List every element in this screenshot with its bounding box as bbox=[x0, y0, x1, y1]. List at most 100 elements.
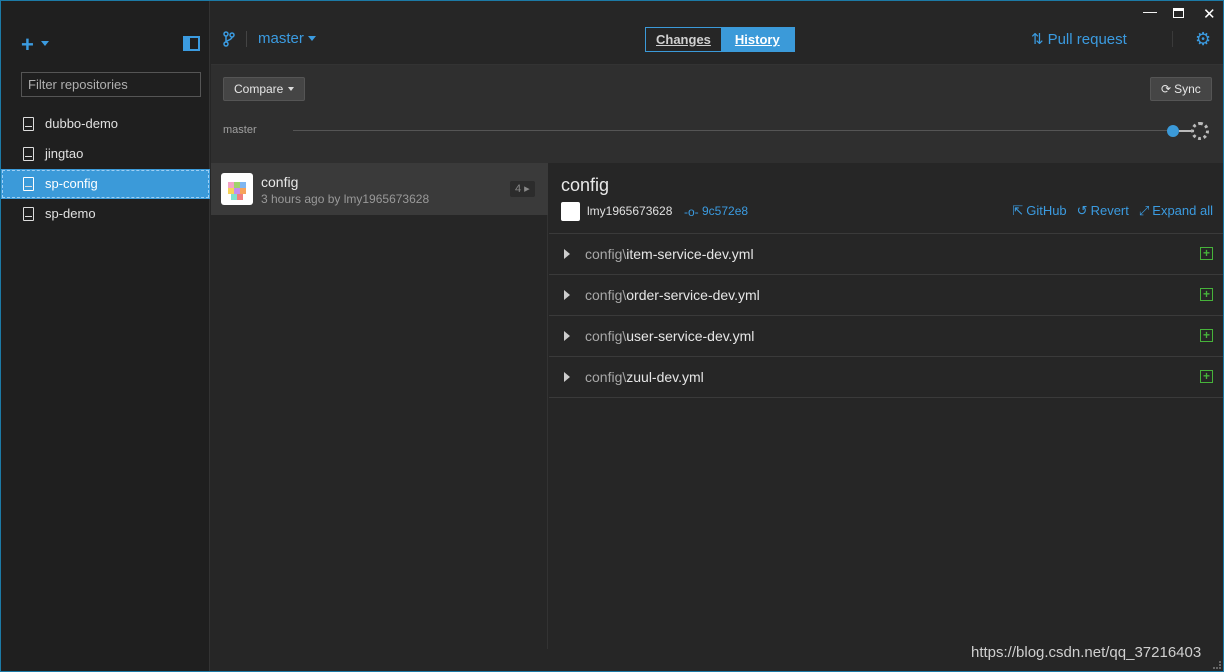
github-button[interactable]: ⇱ GitHub bbox=[1012, 203, 1066, 219]
sync-icon: ⟳ bbox=[1161, 82, 1172, 96]
commit-meta: 3 hours ago by lmy1965673628 bbox=[261, 192, 430, 206]
chevron-right-icon[interactable] bbox=[564, 249, 570, 259]
sidebar-item-sp-demo[interactable]: sp-demo bbox=[1, 199, 210, 229]
chevron-right-icon[interactable] bbox=[564, 331, 570, 341]
file-dir: config\ bbox=[585, 287, 627, 303]
close-icon[interactable]: ✕ bbox=[1203, 5, 1216, 23]
repo-icon bbox=[23, 147, 34, 161]
tab-changes[interactable]: Changes bbox=[646, 28, 721, 51]
chevron-down-icon[interactable] bbox=[41, 41, 49, 46]
repo-label: dubbo-demo bbox=[45, 116, 118, 131]
expand-all-label: Expand all bbox=[1152, 203, 1213, 218]
file-name: user-service-dev.yml bbox=[626, 328, 755, 344]
sync-button[interactable]: ⟳ Sync bbox=[1150, 77, 1212, 101]
file-row[interactable]: config\user-service-dev.yml + bbox=[549, 316, 1223, 357]
resize-grip-icon[interactable] bbox=[1213, 661, 1221, 669]
file-added-icon: + bbox=[1200, 370, 1213, 383]
tab-history[interactable]: History bbox=[720, 28, 794, 51]
branch-icon bbox=[223, 31, 235, 47]
file-dir: config\ bbox=[585, 369, 627, 385]
compare-label: Compare bbox=[234, 82, 284, 96]
branch-selector[interactable]: master bbox=[258, 30, 316, 47]
repository-list: dubbo-demo jingtao sp-config sp-demo bbox=[1, 109, 210, 229]
timeline-connector bbox=[1179, 130, 1191, 132]
file-path: config\order-service-dev.yml bbox=[585, 287, 760, 303]
chevron-right-icon[interactable] bbox=[564, 290, 570, 300]
revert-label: Revert bbox=[1090, 203, 1129, 218]
file-dir: config\ bbox=[585, 246, 627, 262]
chevron-right-icon[interactable] bbox=[564, 372, 570, 382]
sidebar-toolbar: + bbox=[1, 29, 210, 61]
file-name: zuul-dev.yml bbox=[626, 369, 704, 385]
add-repo-button[interactable]: + bbox=[21, 34, 34, 56]
compare-band: Compare ⟳ Sync master bbox=[211, 65, 1223, 163]
sidebar: + dubbo-demo jingtao sp-config sp-demo bbox=[1, 1, 210, 671]
commit-title: config bbox=[261, 174, 299, 190]
repo-label: sp-config bbox=[45, 176, 98, 191]
timeline-branch-label: master bbox=[223, 124, 257, 136]
sidebar-item-jingtao[interactable]: jingtao bbox=[1, 139, 210, 169]
timeline-line bbox=[293, 130, 1173, 131]
repo-icon bbox=[23, 177, 34, 191]
chevron-down-icon bbox=[307, 36, 316, 41]
divider bbox=[246, 31, 247, 47]
file-row[interactable]: config\zuul-dev.yml + bbox=[549, 357, 1223, 398]
commit-detail: config lmy1965673628 -o- 9c572e8 ⇱ GitHub… bbox=[549, 163, 1223, 671]
file-path: config\zuul-dev.yml bbox=[585, 369, 704, 385]
commit-sha-link[interactable]: 9c572e8 bbox=[702, 204, 748, 218]
repo-label: jingtao bbox=[45, 146, 84, 161]
filter-repositories-input[interactable] bbox=[21, 72, 201, 97]
repo-label: sp-demo bbox=[45, 206, 96, 221]
commit-count-value: 4 bbox=[515, 183, 522, 195]
file-path: config\item-service-dev.yml bbox=[585, 246, 754, 262]
file-added-icon: + bbox=[1200, 288, 1213, 301]
view-tabs: Changes History bbox=[645, 27, 795, 52]
file-name: item-service-dev.yml bbox=[626, 246, 754, 262]
commit-author: lmy1965673628 bbox=[587, 204, 673, 218]
app-window: + dubbo-demo jingtao sp-config sp-demo bbox=[0, 0, 1224, 672]
file-added-icon: + bbox=[1200, 247, 1213, 260]
chevron-down-icon bbox=[288, 87, 295, 91]
timeline-uncommitted-icon[interactable] bbox=[1191, 122, 1209, 140]
revert-button[interactable]: ↺ Revert bbox=[1077, 203, 1129, 219]
repo-icon bbox=[23, 207, 34, 221]
timeline-commit-dot[interactable] bbox=[1167, 125, 1179, 137]
revert-icon: ↺ bbox=[1076, 203, 1088, 218]
commit-list: config 3 hours ago by lmy1965673628 4 ▸ bbox=[211, 163, 548, 649]
commit-item[interactable]: config 3 hours ago by lmy1965673628 4 ▸ bbox=[211, 163, 548, 215]
pull-request-button[interactable]: ⇅ Pull request bbox=[1031, 30, 1127, 48]
file-dir: config\ bbox=[585, 328, 627, 344]
header-bar: master Changes History ⇅ Pull request ⚙ bbox=[211, 1, 1223, 65]
commit-icon: -o- bbox=[684, 205, 699, 219]
sidebar-toggle-icon[interactable] bbox=[183, 36, 200, 51]
divider bbox=[1172, 31, 1173, 47]
sidebar-item-dubbo-demo[interactable]: dubbo-demo bbox=[1, 109, 210, 139]
file-path: config\user-service-dev.yml bbox=[585, 328, 754, 344]
pull-request-icon: ⇅ bbox=[1031, 31, 1044, 48]
gear-icon[interactable]: ⚙ bbox=[1195, 29, 1211, 50]
file-row[interactable]: config\item-service-dev.yml + bbox=[549, 234, 1223, 275]
repo-icon bbox=[23, 117, 34, 131]
pull-request-label: Pull request bbox=[1047, 31, 1127, 48]
file-added-icon: + bbox=[1200, 329, 1213, 342]
commit-detail-title: config bbox=[561, 175, 610, 195]
expand-all-button[interactable]: ⤢ Expand all bbox=[1139, 203, 1213, 219]
avatar bbox=[221, 173, 253, 205]
sync-label: Sync bbox=[1174, 82, 1201, 96]
commit-actions: ⇱ GitHub ↺ Revert ⤢ Expand all bbox=[1012, 203, 1213, 219]
avatar bbox=[561, 202, 580, 221]
external-link-icon: ⇱ bbox=[1012, 203, 1024, 218]
compare-button[interactable]: Compare bbox=[223, 77, 306, 101]
watermark: https://blog.csdn.net/qq_37216403 bbox=[971, 644, 1202, 661]
file-list: config\item-service-dev.yml + config\ord… bbox=[549, 234, 1223, 398]
minimize-icon[interactable]: — bbox=[1143, 3, 1157, 19]
file-row[interactable]: config\order-service-dev.yml + bbox=[549, 275, 1223, 316]
branch-label: master bbox=[258, 30, 304, 47]
maximize-icon[interactable] bbox=[1173, 8, 1184, 18]
commit-detail-header: config lmy1965673628 -o- 9c572e8 ⇱ GitHub… bbox=[549, 163, 1223, 234]
expand-icon: ⤢ bbox=[1138, 203, 1150, 218]
file-name: order-service-dev.yml bbox=[626, 287, 760, 303]
commit-file-count-badge: 4 ▸ bbox=[510, 181, 535, 197]
github-label: GitHub bbox=[1026, 203, 1067, 218]
sidebar-item-sp-config[interactable]: sp-config bbox=[1, 169, 210, 199]
